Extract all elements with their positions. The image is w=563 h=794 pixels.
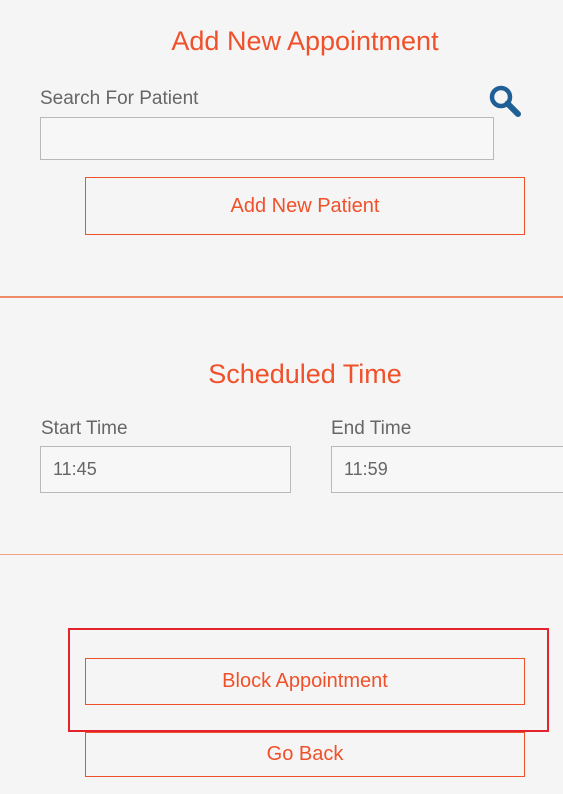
section-divider xyxy=(0,296,563,298)
add-new-patient-button[interactable]: Add New Patient xyxy=(85,177,525,235)
go-back-button[interactable]: Go Back xyxy=(85,732,525,777)
scheduled-time-title: Scheduled Time xyxy=(208,359,402,389)
start-time-label: Start Time xyxy=(41,418,128,439)
search-patient-label: Search For Patient xyxy=(40,88,199,109)
section-divider-2 xyxy=(0,554,563,555)
start-time-input[interactable] xyxy=(40,446,291,493)
end-time-input[interactable] xyxy=(331,446,563,493)
page-title: Add New Appointment xyxy=(171,26,439,56)
search-icon[interactable] xyxy=(488,84,524,118)
search-patient-input[interactable] xyxy=(40,117,494,160)
block-appointment-button[interactable]: Block Appointment xyxy=(85,658,525,705)
end-time-label: End Time xyxy=(331,418,412,439)
